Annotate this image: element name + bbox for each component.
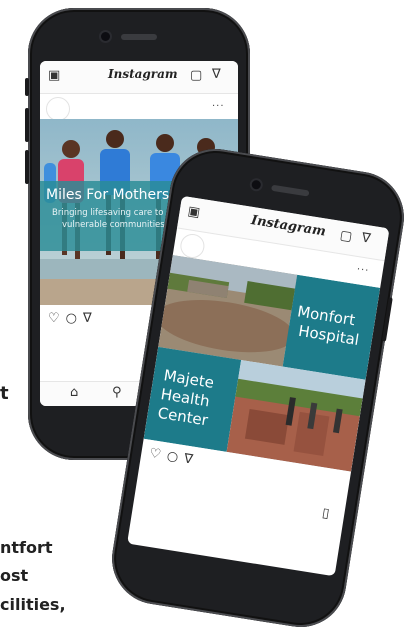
phone-button [25,78,29,96]
instagram-header: ▣ Instagram ▢ ∇ [176,195,390,262]
post-photo-graphic [143,255,381,472]
avatar[interactable] [46,97,70,121]
speaker-grille [271,184,310,197]
camera-icon[interactable]: ▣ [187,204,201,221]
instagram-logo: Instagram [249,212,327,240]
heart-icon[interactable]: ♡ [48,311,66,326]
avatar[interactable] [178,232,207,260]
post-subtitle-line-2: vulnerable communities [62,220,165,230]
phone-button [25,108,29,142]
speaker-grille [121,34,157,40]
front-camera [101,32,110,41]
camera-icon[interactable]: ▣ [48,68,60,83]
more-options-icon[interactable]: ··· [356,264,370,277]
phone-button [381,297,393,342]
home-icon[interactable]: ⌂ [70,385,78,400]
share-icon[interactable]: ∇ [83,311,98,326]
phone-button [25,150,29,184]
bookmark-icon[interactable]: ▯ [321,506,330,522]
post-photo-grid: Monfort Hospital Majete Health Center [143,255,381,472]
instagram-header: ▣ Instagram ▢ ∇ [40,61,238,94]
post-subtitle-line-1: Bringing lifesaving care to [52,208,164,218]
cropped-text-line-3: cilities, [0,595,66,614]
search-icon[interactable]: ⚲ [112,385,122,400]
more-options-icon[interactable]: ··· [212,101,225,112]
front-camera [251,179,262,190]
cropped-text-line-2: ost [0,566,29,585]
cropped-text-line-1: ntfort [0,538,53,557]
post-actions: ♡○∇ [48,311,98,326]
igtv-icon[interactable]: ▢ [339,228,353,245]
instagram-logo: Instagram [108,67,178,81]
comment-icon[interactable]: ○ [66,311,83,326]
igtv-icon[interactable]: ▢ [190,68,202,83]
send-icon[interactable]: ∇ [212,67,221,82]
post-title: Miles For Mothers [46,187,170,203]
cropped-text-side: t [0,383,9,404]
send-icon[interactable]: ∇ [361,230,372,246]
post-actions: ♡○∇ [148,446,199,469]
share-icon[interactable]: ∇ [183,451,200,468]
phone-front-screen: ▣ Instagram ▢ ∇ ··· Monfort Hospital Maj… [127,195,390,577]
